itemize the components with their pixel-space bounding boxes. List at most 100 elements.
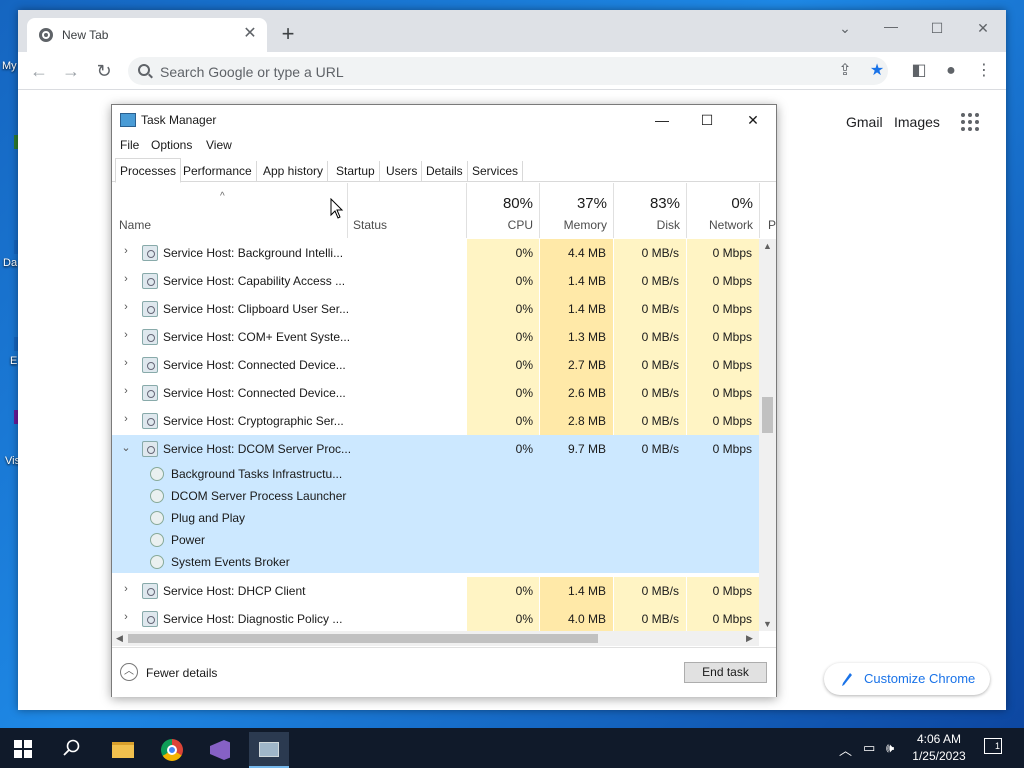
- table-row[interactable]: › Service Host: Connected Device... 0% 2.6 …: [112, 379, 759, 407]
- forward-icon[interactable]: →: [60, 60, 82, 82]
- share-icon[interactable]: ⇪: [836, 62, 854, 80]
- close-window-button[interactable]: ✕: [731, 109, 775, 131]
- table-row[interactable]: › Service Host: Connected Device... 0% 2.7 …: [112, 351, 759, 379]
- cpu-value: 0%: [515, 302, 533, 316]
- scrollbar-thumb[interactable]: [128, 634, 598, 643]
- task-manager-taskbar-icon[interactable]: [249, 732, 289, 768]
- customize-chrome-button[interactable]: Customize Chrome: [824, 663, 990, 695]
- scroll-right-icon[interactable]: ▶: [746, 633, 753, 644]
- chevron-right-icon[interactable]: ›: [120, 245, 132, 259]
- browser-tab[interactable]: New Tab ✕: [27, 18, 267, 52]
- desktop-icon-label[interactable]: E: [10, 355, 17, 367]
- column-header-cpu[interactable]: 80% CPU: [467, 183, 539, 238]
- process-name: Service Host: Cryptographic Ser...: [163, 414, 344, 428]
- chevron-right-icon[interactable]: ›: [120, 357, 132, 371]
- column-header-power[interactable]: P: [762, 183, 776, 238]
- column-header-disk[interactable]: 83% Disk: [614, 183, 686, 238]
- visual-studio-icon[interactable]: [200, 732, 240, 768]
- network-value: 0 Mbps: [712, 302, 752, 316]
- profile-avatar-icon[interactable]: ●: [942, 62, 960, 80]
- table-row[interactable]: › Service Host: Cryptographic Ser... 0% 2.8…: [112, 407, 759, 435]
- table-row[interactable]: ⌄ Service Host: DCOM Server Proc... 0% 9.7 …: [112, 435, 759, 463]
- chevron-right-icon[interactable]: ›: [120, 385, 132, 399]
- vertical-scrollbar[interactable]: ▲ ▼: [759, 239, 776, 631]
- end-task-button[interactable]: End task: [684, 662, 767, 683]
- chevron-right-icon[interactable]: ›: [120, 611, 132, 625]
- scrollbar-thumb[interactable]: [762, 397, 773, 433]
- notification-center-icon[interactable]: 1: [984, 738, 1002, 754]
- column-header-memory[interactable]: 37% Memory: [540, 183, 613, 238]
- chevron-right-icon[interactable]: ›: [120, 413, 132, 427]
- gmail-link[interactable]: Gmail: [846, 114, 883, 130]
- tab-services[interactable]: Services: [468, 161, 524, 182]
- menu-view[interactable]: View: [206, 138, 232, 152]
- tab-performance[interactable]: Performance: [179, 161, 257, 182]
- table-row[interactable]: › Service Host: Capability Access ... 0% 1.…: [112, 267, 759, 295]
- menu-options[interactable]: Options: [151, 138, 192, 152]
- tab-startup[interactable]: Startup: [332, 161, 380, 182]
- scroll-left-icon[interactable]: ◀: [116, 633, 123, 644]
- table-row[interactable]: › Service Host: Background Intelli... 0% 4.…: [112, 239, 759, 267]
- tab-processes[interactable]: Processes: [115, 158, 182, 183]
- menu-dots-icon[interactable]: ⋮: [975, 62, 993, 80]
- column-header-network[interactable]: 0% Network: [687, 183, 759, 238]
- column-header-status[interactable]: Status: [348, 183, 466, 238]
- cpu-value: 0%: [515, 330, 533, 344]
- fewer-details-link[interactable]: Fewer details: [146, 666, 217, 680]
- address-bar[interactable]: Search Google or type a URL ⇪ ★: [128, 57, 888, 85]
- maximize-button[interactable]: ☐: [922, 18, 952, 38]
- close-window-button[interactable]: ✕: [968, 18, 998, 38]
- chevron-right-icon[interactable]: ›: [120, 301, 132, 315]
- images-link[interactable]: Images: [894, 114, 940, 130]
- column-header-name[interactable]: Name: [112, 183, 347, 238]
- bookmark-star-icon[interactable]: ★: [868, 62, 886, 80]
- network-percent: 0%: [731, 195, 753, 212]
- tab-users[interactable]: Users: [382, 161, 423, 182]
- table-row[interactable]: › Service Host: Diagnostic Policy ... 0% 4.…: [112, 605, 759, 631]
- desktop-icon-label[interactable]: Da: [3, 257, 17, 269]
- network-icon[interactable]: ▭: [863, 740, 875, 756]
- desktop-icon-label[interactable]: My: [2, 60, 17, 72]
- tab-details[interactable]: Details: [422, 161, 468, 182]
- scroll-down-icon[interactable]: ▼: [763, 619, 772, 629]
- chevron-up-icon[interactable]: ︿: [839, 740, 852, 759]
- table-row[interactable]: › Service Host: DHCP Client 0% 1.4 MB 0 MB/s…: [112, 577, 759, 605]
- new-tab-button[interactable]: +: [277, 23, 299, 45]
- horizontal-scrollbar[interactable]: ◀ ▶: [112, 631, 759, 646]
- list-item[interactable]: Background Tasks Infrastructu...: [112, 463, 759, 485]
- chrome-app-icon[interactable]: [152, 732, 192, 768]
- network-value: 0 Mbps: [712, 358, 752, 372]
- tab-search-icon[interactable]: ⌄: [830, 18, 860, 38]
- table-row[interactable]: › Service Host: COM+ Event Syste... 0% 1.3 …: [112, 323, 759, 351]
- clock-date[interactable]: 1/25/2023: [908, 749, 970, 763]
- menu-file[interactable]: File: [120, 138, 139, 152]
- search-icon[interactable]: [63, 739, 81, 757]
- file-explorer-icon[interactable]: [102, 732, 142, 768]
- table-row[interactable]: › Service Host: Clipboard User Ser... 0% 1.…: [112, 295, 759, 323]
- chevron-up-icon[interactable]: ︿: [120, 663, 138, 681]
- chevron-right-icon[interactable]: ›: [120, 583, 132, 597]
- windows-start-icon[interactable]: [14, 740, 32, 758]
- scroll-up-icon[interactable]: ▲: [763, 241, 772, 251]
- clock-time[interactable]: 4:06 AM: [914, 732, 964, 746]
- memory-value: 9.7 MB: [567, 442, 606, 456]
- minimize-button[interactable]: —: [640, 109, 684, 131]
- chevron-right-icon[interactable]: ›: [120, 273, 132, 287]
- cpu-value: 0%: [515, 442, 533, 456]
- maximize-button[interactable]: ☐: [685, 109, 729, 131]
- back-icon[interactable]: ←: [28, 60, 50, 82]
- task-manager-titlebar[interactable]: Task Manager — ☐ ✕: [112, 105, 776, 135]
- apps-grid-icon[interactable]: [961, 113, 981, 133]
- close-tab-icon[interactable]: ✕: [241, 25, 259, 43]
- minimize-button[interactable]: —: [876, 16, 906, 36]
- list-item[interactable]: DCOM Server Process Launcher: [112, 485, 759, 507]
- chevron-right-icon[interactable]: ›: [120, 329, 132, 343]
- list-item[interactable]: Power: [112, 529, 759, 551]
- list-item[interactable]: System Events Broker: [112, 551, 759, 573]
- tab-app-history[interactable]: App history: [259, 161, 329, 182]
- volume-icon[interactable]: 🕪: [886, 740, 894, 756]
- chevron-down-icon[interactable]: ⌄: [120, 441, 132, 455]
- reload-icon[interactable]: ↻: [93, 60, 115, 82]
- side-panel-icon[interactable]: ◧: [910, 62, 928, 80]
- list-item[interactable]: Plug and Play: [112, 507, 759, 529]
